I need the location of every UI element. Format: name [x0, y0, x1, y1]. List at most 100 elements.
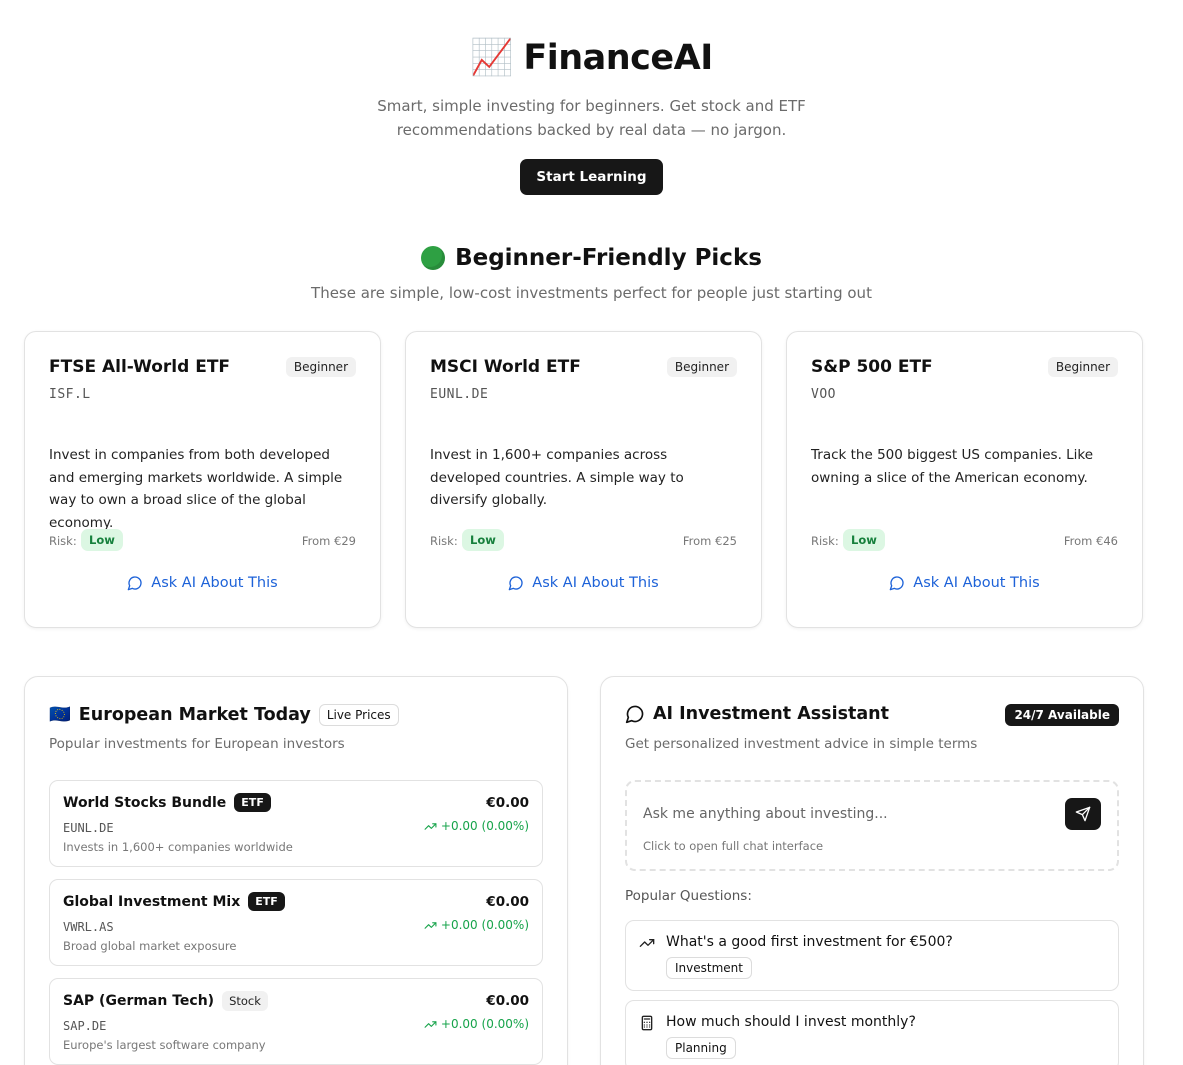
trending-up-icon [424, 1020, 437, 1028]
chat-bubble-icon [889, 576, 904, 591]
market-item-change: +0.00 (0.00%) [424, 918, 529, 932]
pick-ticker: VOO [811, 387, 836, 402]
picks-title: Beginner-Friendly Picks [0, 240, 1183, 276]
market-item-ticker: VWRL.AS [63, 920, 114, 934]
question-tag: Planning [666, 1037, 736, 1059]
market-item-price: €0.00 [486, 894, 529, 910]
level-badge: Beginner [285, 357, 356, 377]
market-item-name: Global Investment Mix ETF [63, 892, 285, 911]
pick-ticker: ISF.L [49, 387, 91, 402]
market-item-name-text: Global Investment Mix [63, 893, 241, 910]
send-button[interactable] [1065, 798, 1101, 830]
start-learning-button[interactable]: Start Learning [520, 159, 663, 195]
market-title: 🇪🇺 European Market Today Live Prices [49, 704, 399, 726]
risk-badge: Low [843, 529, 885, 551]
picks-header: Beginner-Friendly Picks These are simple… [0, 240, 1183, 302]
pick-name: S&P 500 ETF [811, 357, 933, 377]
market-item-change-text: +0.00 (0.00%) [440, 819, 529, 833]
risk-badge: Low [81, 529, 123, 551]
type-badge: ETF [248, 892, 285, 911]
european-market-panel: 🇪🇺 European Market Today Live Prices Pop… [24, 676, 568, 1065]
picks-subtitle: These are simple, low-cost investments p… [311, 284, 872, 302]
chat-input[interactable]: Ask me anything about investing... Click… [625, 780, 1119, 871]
market-item-name-text: SAP (German Tech) [63, 993, 215, 1009]
page-title: 📈 FinanceAI [0, 32, 1183, 84]
level-badge: Beginner [1047, 357, 1118, 377]
pick-ticker: EUNL.DE [430, 387, 489, 402]
market-item-name: SAP (German Tech) Stock [63, 991, 268, 1011]
availability-badge: 24/7 Available [1005, 704, 1119, 726]
app-title: FinanceAI [523, 38, 713, 78]
pick-description: Invest in companies from both developed … [49, 447, 343, 531]
pick-price: From €29 [301, 534, 356, 548]
pick-description: Track the 500 biggest US companies. Like… [811, 447, 1094, 486]
ai-assistant-panel: AI Investment Assistant 24/7 Available G… [600, 676, 1144, 1065]
market-item[interactable]: SAP (German Tech) Stock SAP.DE Europe's … [49, 978, 543, 1065]
chat-input-placeholder: Ask me anything about investing... [643, 806, 888, 822]
risk-badge: Low [462, 529, 504, 551]
market-item-price: €0.00 [486, 795, 529, 811]
level-badge: Beginner [666, 357, 737, 377]
pick-card: S&P 500 ETF Beginner VOO Track the 500 b… [786, 331, 1143, 628]
ask-ai-label: Ask AI About This [151, 575, 278, 591]
chart-emoji-icon: 📈 [470, 38, 514, 78]
ask-ai-button[interactable]: Ask AI About This [787, 575, 1142, 591]
hero-section: 📈 FinanceAI Smart, simple investing for … [0, 32, 1183, 195]
popular-questions-label: Popular Questions: [625, 888, 752, 904]
trending-up-icon [639, 939, 655, 947]
type-badge: Stock [222, 991, 268, 1011]
green-circle-icon [421, 246, 446, 270]
question-text: How much should I invest monthly? [666, 1014, 916, 1030]
market-item-description: Europe's largest software company [63, 1038, 266, 1052]
live-prices-badge: Live Prices [318, 704, 399, 726]
market-item-change: +0.00 (0.00%) [424, 819, 529, 833]
ask-ai-button[interactable]: Ask AI About This [25, 575, 380, 591]
trending-up-icon [424, 822, 437, 830]
assistant-subtitle: Get personalized investment advice in si… [625, 736, 978, 752]
hero-subtitle: Smart, simple investing for beginners. G… [377, 97, 806, 139]
market-item-description: Invests in 1,600+ companies worldwide [63, 840, 293, 854]
market-title-text: European Market Today [78, 705, 311, 725]
ask-ai-button[interactable]: Ask AI About This [406, 575, 761, 591]
risk-label: Risk: [49, 534, 77, 548]
market-item-change-text: +0.00 (0.00%) [440, 1017, 529, 1031]
risk-label: Risk: [430, 534, 458, 548]
market-item-name: World Stocks Bundle ETF [63, 793, 271, 812]
send-icon [1075, 806, 1091, 822]
assistant-title-text: AI Investment Assistant [653, 704, 889, 724]
market-item-ticker: EUNL.DE [63, 821, 114, 835]
popular-question-item[interactable]: What's a good first investment for €500?… [625, 920, 1119, 991]
calculator-icon [641, 1015, 653, 1031]
pick-name: MSCI World ETF [430, 357, 581, 377]
ask-ai-label: Ask AI About This [913, 575, 1040, 591]
market-item-change: +0.00 (0.00%) [424, 1017, 529, 1031]
market-subtitle: Popular investments for European investo… [49, 736, 345, 752]
trending-up-icon [424, 921, 437, 929]
pick-card: MSCI World ETF Beginner EUNL.DE Invest i… [405, 331, 762, 628]
market-item-name-text: World Stocks Bundle [63, 794, 227, 811]
market-item-description: Broad global market exposure [63, 939, 237, 953]
popular-question-item[interactable]: How much should I invest monthly? Planni… [625, 1000, 1119, 1065]
chat-bubble-icon [127, 576, 142, 591]
assistant-title: AI Investment Assistant [625, 704, 889, 724]
market-item-change-text: +0.00 (0.00%) [440, 918, 529, 932]
ask-ai-label: Ask AI About This [532, 575, 659, 591]
chat-bubble-icon [625, 705, 644, 724]
pick-card: FTSE All-World ETF Beginner ISF.L Invest… [24, 331, 381, 628]
pick-name: FTSE All-World ETF [49, 357, 231, 377]
pick-price: From €25 [682, 534, 737, 548]
market-item-price: €0.00 [486, 993, 529, 1009]
picks-title-text: Beginner-Friendly Picks [455, 245, 762, 271]
pick-description: Invest in 1,600+ companies across develo… [430, 447, 684, 508]
eu-flag-icon: 🇪🇺 [49, 705, 71, 725]
market-item[interactable]: Global Investment Mix ETF VWRL.AS Broad … [49, 879, 543, 966]
chat-bubble-icon [508, 576, 523, 591]
type-badge: ETF [234, 793, 271, 812]
risk-label: Risk: [811, 534, 839, 548]
market-item[interactable]: World Stocks Bundle ETF EUNL.DE Invests … [49, 780, 543, 867]
question-text: What's a good first investment for €500? [666, 934, 953, 950]
chat-input-hint: Click to open full chat interface [643, 839, 824, 853]
question-tag: Investment [666, 957, 752, 979]
market-item-ticker: SAP.DE [63, 1019, 107, 1033]
pick-price: From €46 [1063, 534, 1118, 548]
